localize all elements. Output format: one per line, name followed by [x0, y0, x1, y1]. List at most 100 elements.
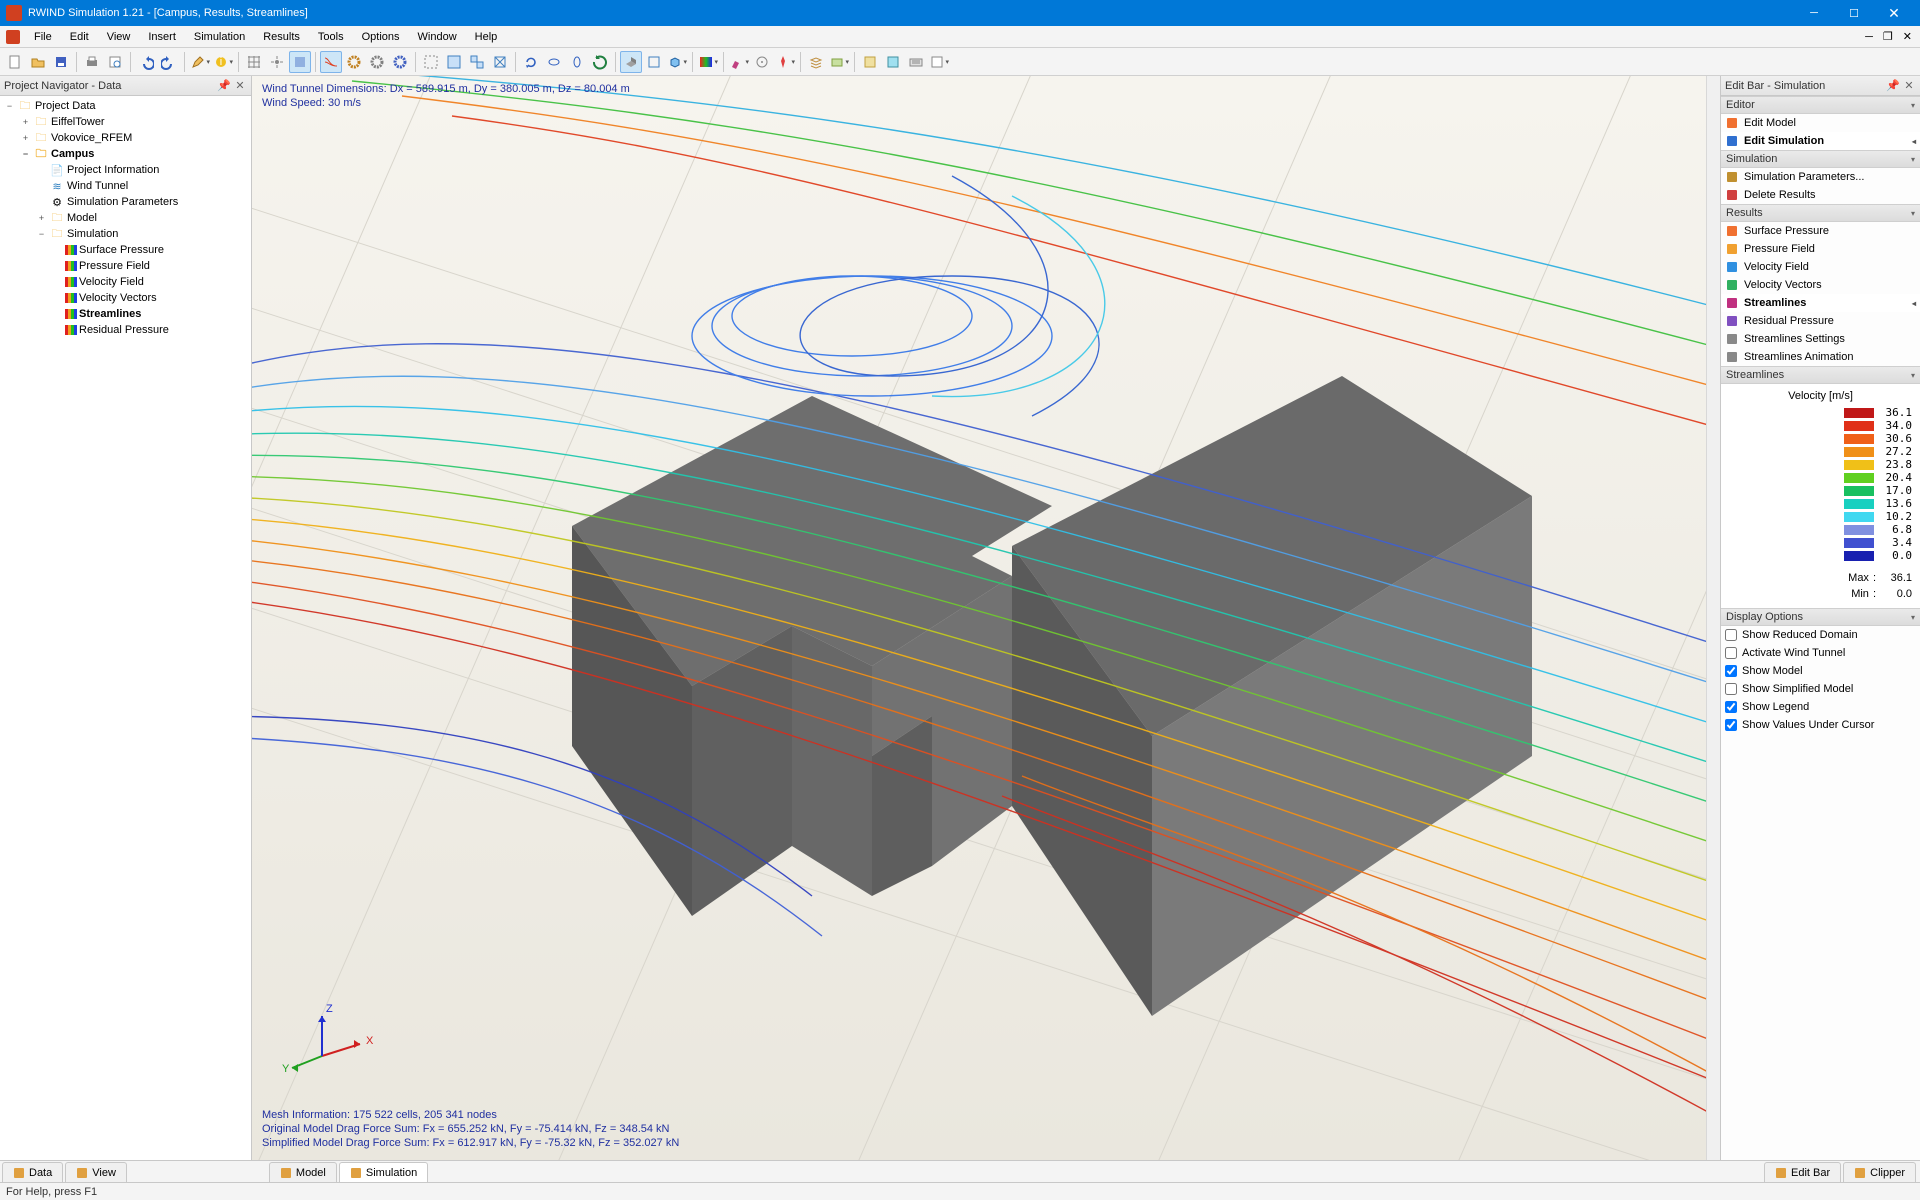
refresh-button[interactable] — [589, 51, 611, 73]
editbar-velocity-field[interactable]: Velocity Field — [1721, 258, 1920, 276]
editbar-surface-pressure[interactable]: Surface Pressure — [1721, 222, 1920, 240]
viewport-3d[interactable]: X Y Z Wind Tunnel Dimensions: Dx = 589.9… — [252, 76, 1720, 1160]
snap-button[interactable] — [266, 51, 288, 73]
editbar-edit-model[interactable]: Edit Model — [1721, 114, 1920, 132]
tree-item-wind-tunnel[interactable]: ≋Wind Tunnel — [0, 178, 251, 194]
checkbox[interactable] — [1725, 701, 1737, 713]
layers-button[interactable] — [805, 51, 827, 73]
shade-button[interactable] — [289, 51, 311, 73]
print-button[interactable] — [81, 51, 103, 73]
editbar-simulation-parameters-[interactable]: Simulation Parameters... — [1721, 168, 1920, 186]
menu-options[interactable]: Options — [354, 29, 408, 45]
tree-item-residual-pressure[interactable]: Residual Pressure — [0, 322, 251, 338]
menu-tools[interactable]: Tools — [310, 29, 352, 45]
rotate3-button[interactable] — [566, 51, 588, 73]
brush-dd-button[interactable] — [728, 51, 750, 73]
menu-edit[interactable]: Edit — [62, 29, 97, 45]
editbar-delete-results[interactable]: Delete Results — [1721, 186, 1920, 204]
editbar-close-icon[interactable]: ✕ — [1902, 79, 1916, 93]
gear1-button[interactable] — [343, 51, 365, 73]
section-results[interactable]: Results▾ — [1721, 204, 1920, 222]
sel3-button[interactable] — [466, 51, 488, 73]
navigator-pin-icon[interactable]: 📌 — [217, 79, 231, 93]
tree-item-velocity-field[interactable]: Velocity Field — [0, 274, 251, 290]
close-button[interactable]: ✕ — [1874, 0, 1914, 26]
editbar-streamlines-settings[interactable]: Streamlines Settings — [1721, 330, 1920, 348]
tree-item-streamlines[interactable]: Streamlines — [0, 306, 251, 322]
option-activate-wind-tunnel[interactable]: Activate Wind Tunnel — [1721, 644, 1920, 662]
tab-view[interactable]: View — [65, 1162, 127, 1182]
pin-dd-button[interactable] — [774, 51, 796, 73]
checkbox[interactable] — [1725, 719, 1737, 731]
mdi-minimize-button[interactable]: ─ — [1861, 29, 1877, 45]
minimize-button[interactable]: ─ — [1794, 0, 1834, 26]
tab-simulation[interactable]: Simulation — [339, 1162, 428, 1182]
option-show-values-under-cursor[interactable]: Show Values Under Cursor — [1721, 716, 1920, 734]
open-button[interactable] — [27, 51, 49, 73]
editbar-velocity-vectors[interactable]: Velocity Vectors — [1721, 276, 1920, 294]
save-button[interactable] — [50, 51, 72, 73]
box-button[interactable] — [643, 51, 665, 73]
tab-data[interactable]: Data — [2, 1162, 63, 1182]
option-show-model[interactable]: Show Model — [1721, 662, 1920, 680]
tree-item-simulation[interactable]: −🗀Simulation — [0, 226, 251, 242]
editbar-streamlines[interactable]: Streamlines◂ — [1721, 294, 1920, 312]
redo-button[interactable] — [158, 51, 180, 73]
menu-view[interactable]: View — [99, 29, 139, 45]
viewport-scrollbar-v[interactable] — [1706, 76, 1720, 1160]
model-toggle-button[interactable] — [620, 51, 642, 73]
cube-dd-button[interactable] — [666, 51, 688, 73]
editbar-pin-icon[interactable]: 📌 — [1886, 79, 1900, 93]
tree-item-campus[interactable]: −🗀Campus — [0, 146, 251, 162]
target-button[interactable] — [751, 51, 773, 73]
menu-simulation[interactable]: Simulation — [186, 29, 253, 45]
misc2-button[interactable] — [859, 51, 881, 73]
section-display[interactable]: Display Options▾ — [1721, 608, 1920, 626]
sel4-button[interactable] — [489, 51, 511, 73]
colors-dd-button[interactable] — [697, 51, 719, 73]
maximize-button[interactable]: ☐ — [1834, 0, 1874, 26]
checkbox[interactable] — [1725, 647, 1737, 659]
editbar-edit-simulation[interactable]: Edit Simulation◂ — [1721, 132, 1920, 150]
mdi-close-button[interactable]: ✕ — [1899, 28, 1916, 45]
rotate1-button[interactable] — [520, 51, 542, 73]
tab-edit-bar[interactable]: Edit Bar — [1764, 1162, 1841, 1182]
rotate2-button[interactable] — [543, 51, 565, 73]
option-show-reduced-domain[interactable]: Show Reduced Domain — [1721, 626, 1920, 644]
option-show-simplified-model[interactable]: Show Simplified Model — [1721, 680, 1920, 698]
editbar-streamlines-animation[interactable]: Streamlines Animation — [1721, 348, 1920, 366]
grid-button[interactable] — [243, 51, 265, 73]
streamlines-tool-button[interactable] — [320, 51, 342, 73]
new-button[interactable] — [4, 51, 26, 73]
sel1-button[interactable] — [420, 51, 442, 73]
mdi-restore-button[interactable]: ❐ — [1879, 28, 1897, 45]
tree-item-velocity-vectors[interactable]: Velocity Vectors — [0, 290, 251, 306]
info-dd-button[interactable]: i — [212, 51, 234, 73]
navigator-close-icon[interactable]: ✕ — [233, 79, 247, 93]
tree-item-project-information[interactable]: 📄Project Information — [0, 162, 251, 178]
tab-model[interactable]: Model — [269, 1162, 337, 1182]
menu-file[interactable]: File — [26, 29, 60, 45]
gear3-button[interactable] — [389, 51, 411, 73]
pencil-dd-button[interactable] — [189, 51, 211, 73]
tab-clipper[interactable]: Clipper — [1843, 1162, 1916, 1182]
sel2-button[interactable] — [443, 51, 465, 73]
misc3-button[interactable] — [882, 51, 904, 73]
tree-item-simulation-parameters[interactable]: ⚙Simulation Parameters — [0, 194, 251, 210]
section-editor[interactable]: Editor▾ — [1721, 96, 1920, 114]
app-menu-icon[interactable] — [6, 30, 20, 44]
misc4-button[interactable] — [905, 51, 927, 73]
tree-item-surface-pressure[interactable]: Surface Pressure — [0, 242, 251, 258]
editbar-residual-pressure[interactable]: Residual Pressure — [1721, 312, 1920, 330]
menu-insert[interactable]: Insert — [140, 29, 184, 45]
menu-help[interactable]: Help — [467, 29, 506, 45]
section-streamlines[interactable]: Streamlines▾ — [1721, 366, 1920, 384]
project-tree[interactable]: −🗀 Project Data +🗀EiffelTower+🗀Vokovice_… — [0, 96, 251, 1160]
option-show-legend[interactable]: Show Legend — [1721, 698, 1920, 716]
misc1-dd-button[interactable] — [828, 51, 850, 73]
checkbox[interactable] — [1725, 629, 1737, 641]
misc5-dd-button[interactable] — [928, 51, 950, 73]
tree-item-model[interactable]: +🗀Model — [0, 210, 251, 226]
tree-item-pressure-field[interactable]: Pressure Field — [0, 258, 251, 274]
menu-window[interactable]: Window — [410, 29, 465, 45]
